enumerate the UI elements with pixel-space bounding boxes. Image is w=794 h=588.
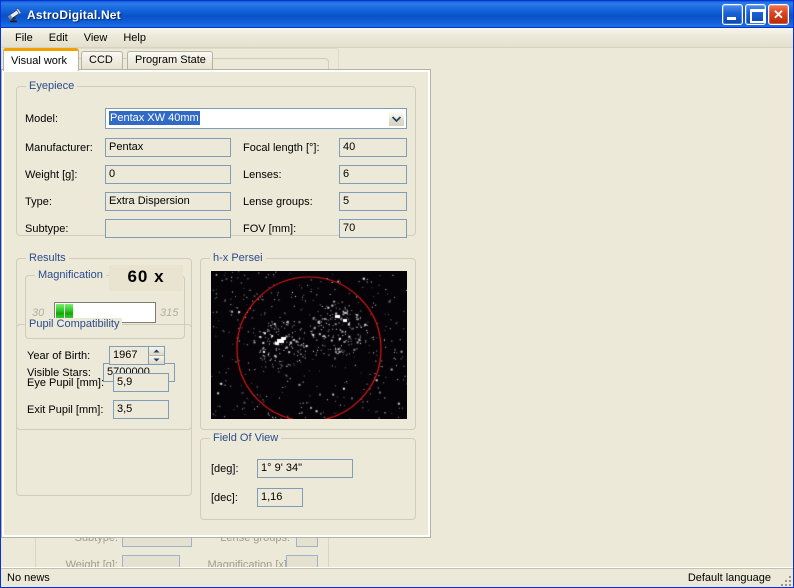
year-of-birth-value: 1967 — [113, 349, 138, 361]
tab-program-state[interactable]: Program State — [127, 51, 213, 70]
year-of-birth-label: Year of Birth: — [27, 350, 91, 362]
menu-item-help[interactable]: Help — [115, 30, 154, 46]
stepper-down-icon[interactable] — [148, 355, 164, 364]
results-group-title: Results — [26, 252, 69, 264]
magnification-max-label: 315 — [160, 307, 179, 319]
magnification-group-title: Magnification — [35, 269, 106, 281]
resize-grip-icon[interactable] — [777, 572, 791, 586]
eyepiece-fov-label: FOV [mm]: — [243, 223, 297, 235]
tab-strip: Visual work CCD Program State — [1, 48, 431, 71]
eyepiece-weight-field[interactable]: 0 — [105, 165, 231, 184]
stepper-up-icon[interactable] — [148, 347, 164, 356]
barlow-magnification-label: Magnification [x]: — [207, 559, 290, 567]
fov-deg-field[interactable]: 1° 9' 34" — [257, 459, 353, 478]
eyepiece-weight-label: Weight [g]: — [25, 169, 78, 181]
close-icon: ✕ — [773, 7, 784, 22]
pupil-compatibility-group: Pupil Compatibility Year of Birth: 1967 … — [16, 318, 192, 430]
close-button[interactable]: ✕ — [768, 4, 789, 25]
eyepiece-manufacturer-label: Manufacturer: — [25, 142, 93, 154]
pupil-group-title: Pupil Compatibility — [26, 318, 123, 330]
tab-page-content: Eyepiece Model: Pentax XW 40mm Manufactu… — [4, 72, 428, 535]
tab-visual-work[interactable]: Visual work — [3, 48, 79, 71]
eyepiece-manufacturer-field[interactable]: Pentax — [105, 138, 231, 157]
eyepiece-subtype-label: Subtype: — [25, 223, 69, 235]
tab-page-visual-work: Eyepiece Model: Pentax XW 40mm Manufactu… — [1, 69, 431, 538]
barlow-magnification-field[interactable] — [286, 555, 318, 567]
magnification-value: 60 x — [109, 265, 183, 291]
menu-item-edit[interactable]: Edit — [41, 30, 76, 46]
application-window: AstroDigital.Net ✕ File Edit View Help T… — [0, 0, 794, 588]
eyepiece-group-title: Eyepiece — [26, 80, 78, 92]
fov-dec-field[interactable]: 1,16 — [257, 488, 303, 507]
eyepiece-lense-groups-field[interactable]: 5 — [339, 192, 407, 211]
eyepiece-lense-groups-label: Lense groups: — [243, 196, 313, 208]
eyepiece-fov-field[interactable]: 70 — [339, 219, 407, 238]
field-of-view-group: Field Of View [deg]: 1° 9' 34" [dec]: 1,… — [200, 432, 416, 520]
preview-group-title: h-x Persei — [210, 252, 266, 264]
eyepiece-type-label: Type: — [25, 196, 52, 208]
minimize-button[interactable] — [722, 4, 743, 25]
status-bar: No news Default language — [1, 567, 793, 587]
exit-pupil-field[interactable]: 3,5 — [113, 400, 169, 419]
window-title: AstroDigital.Net — [27, 7, 121, 22]
eyepiece-focal-length-field[interactable]: 40 — [339, 138, 407, 157]
eyepiece-lenses-field[interactable]: 6 — [339, 165, 407, 184]
year-of-birth-stepper[interactable]: 1967 — [109, 346, 165, 365]
eye-pupil-field[interactable]: 5,9 — [113, 373, 169, 392]
chevron-down-icon[interactable] — [388, 110, 405, 127]
preview-group: h-x Persei — [200, 252, 416, 430]
maximize-button[interactable] — [745, 4, 766, 25]
eyepiece-subtype-field[interactable] — [105, 219, 231, 238]
window-controls: ✕ — [722, 4, 791, 25]
exit-pupil-label: Exit Pupil [mm]: — [27, 404, 104, 416]
telescope-icon — [5, 6, 23, 24]
eyepiece-type-field[interactable]: Extra Dispersion — [105, 192, 231, 211]
eyepiece-group: Eyepiece Model: Pentax XW 40mm Manufactu… — [16, 80, 416, 238]
sky-preview-image — [211, 271, 407, 419]
menu-item-view[interactable]: View — [76, 30, 116, 46]
status-language: Default language — [687, 571, 771, 584]
status-news: No news — [7, 571, 50, 584]
eyepiece-lenses-label: Lenses: — [243, 169, 282, 181]
fov-deg-label: [deg]: — [211, 463, 239, 475]
stepper-buttons[interactable] — [148, 347, 164, 364]
barlow-weight-field[interactable] — [122, 555, 180, 567]
eyepiece-model-label: Model: — [25, 113, 59, 125]
main-content: Telescope Model Takahashi Mewlon 210 (f/… — [1, 48, 793, 567]
fov-group-title: Field Of View — [210, 432, 282, 444]
barlow-weight-label: Weight [g]: — [65, 559, 118, 567]
fov-dec-label: [dec]: — [211, 492, 238, 504]
tab-ccd[interactable]: CCD — [81, 51, 123, 70]
eyepiece-model-value: Pentax XW 40mm — [109, 111, 200, 125]
menu-item-file[interactable]: File — [7, 30, 41, 46]
menu-bar: File Edit View Help — [1, 28, 793, 48]
eyepiece-model-combo[interactable]: Pentax XW 40mm — [105, 108, 407, 129]
eyepiece-focal-length-label: Focal length [°]: — [243, 142, 320, 154]
title-bar: AstroDigital.Net ✕ — [1, 1, 793, 28]
eye-pupil-label: Eye Pupil [mm]: — [27, 377, 105, 389]
sky-canvas — [211, 271, 407, 419]
